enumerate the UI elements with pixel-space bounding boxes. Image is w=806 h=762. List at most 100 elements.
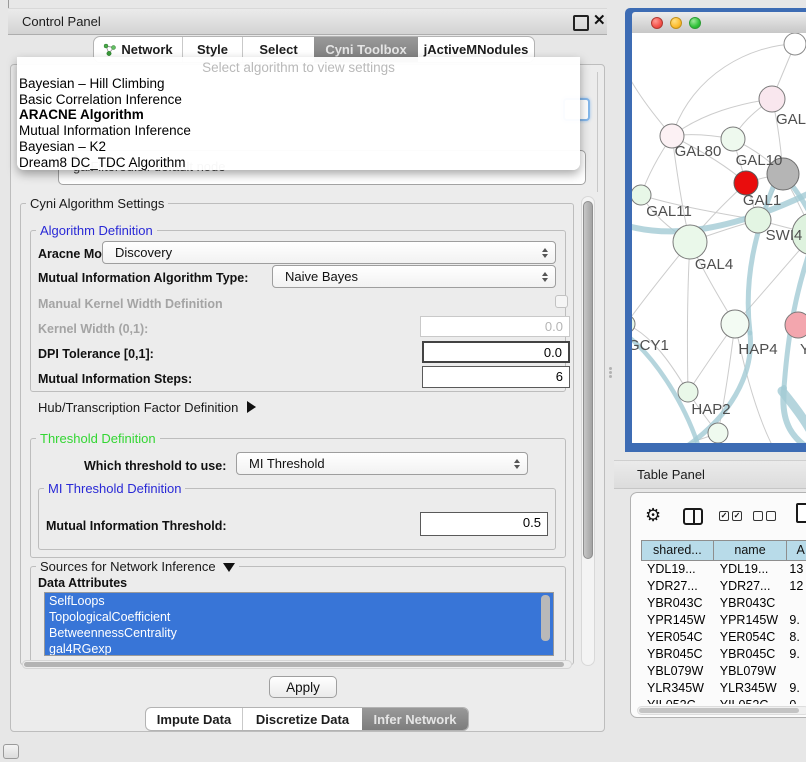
table-cell[interactable]: YBR045C xyxy=(714,646,788,663)
table-horizontal-scrollbar[interactable] xyxy=(637,706,806,715)
tab-impute-data[interactable]: Impute Data xyxy=(146,708,242,730)
mi-algorithm-type-label: Mutual Information Algorithm Type: xyxy=(38,271,248,285)
table-cell[interactable]: YDL19... xyxy=(714,561,788,578)
table-cell[interactable]: YDR27... xyxy=(641,578,714,595)
collapse-panel-button[interactable] xyxy=(3,744,19,759)
minimize-window-icon[interactable] xyxy=(670,17,682,29)
mi-steps-field[interactable]: 6 xyxy=(422,366,570,388)
table-cell[interactable]: 13 xyxy=(787,561,806,578)
table-cell[interactable]: YBR043C xyxy=(714,595,788,612)
network-node[interactable] xyxy=(708,423,728,443)
column-header-shared-name[interactable]: shared... xyxy=(641,540,714,561)
kernel-width-label: Kernel Width (0,1): xyxy=(38,322,148,336)
dropdown-item-bayesian-k2[interactable]: Bayesian – K2 xyxy=(19,139,106,155)
table-cell[interactable]: YLR345W xyxy=(714,680,788,697)
network-node[interactable] xyxy=(721,310,749,338)
table-cell[interactable]: YBL079W xyxy=(714,663,788,680)
table-row[interactable]: YER054CYER054C8. xyxy=(641,629,806,646)
network-node[interactable] xyxy=(632,185,651,205)
dropdown-item-basic-correlation[interactable]: Basic Correlation Inference xyxy=(19,92,182,108)
data-attributes-list[interactable]: SelfLoops TopologicalCoefficient Between… xyxy=(44,592,554,656)
dropdown-item-dream8[interactable]: Dream8 DC_TDC Algorithm xyxy=(19,155,186,171)
list-item-topologicalcoefficient[interactable]: TopologicalCoefficient xyxy=(45,609,553,625)
table-row[interactable]: YDL19...YDL19...13 xyxy=(641,561,806,578)
table-cell[interactable]: YLR345W xyxy=(641,680,714,697)
sources-title[interactable]: Sources for Network Inference xyxy=(36,559,239,574)
table-row[interactable]: YIL052CYIL052C0. xyxy=(641,697,806,704)
table-cell[interactable] xyxy=(787,595,806,612)
table-row[interactable]: YBL079WYBL079W xyxy=(641,663,806,680)
list-item-betweennesscentrality[interactable]: BetweennessCentrality xyxy=(45,625,553,641)
tab-infer-network[interactable]: Infer Network xyxy=(362,708,468,730)
table-cell[interactable]: YBR043C xyxy=(641,595,714,612)
panel-splitter-handle[interactable] xyxy=(609,366,613,380)
scrollbar-thumb[interactable] xyxy=(24,662,564,667)
table-cell[interactable]: 8. xyxy=(787,629,806,646)
column-header-name[interactable]: name xyxy=(714,540,788,561)
split-columns-icon[interactable] xyxy=(683,508,703,525)
table-row[interactable]: YLR345WYLR345W9. xyxy=(641,680,806,697)
table-row[interactable]: YBR045CYBR045C9. xyxy=(641,646,806,663)
list-item-selfloops[interactable]: SelfLoops xyxy=(45,593,553,609)
zoom-window-icon[interactable] xyxy=(689,17,701,29)
table-cell[interactable]: YPR145W xyxy=(641,612,714,629)
settings-scrollbar[interactable] xyxy=(581,196,595,666)
hub-definition-expander[interactable]: Hub/Transcription Factor Definition xyxy=(38,400,256,415)
scrollbar-thumb[interactable] xyxy=(639,708,799,713)
settings-scrollbar-thumb[interactable] xyxy=(583,201,593,559)
network-node[interactable] xyxy=(759,86,785,112)
table-cell[interactable]: YBL079W xyxy=(641,663,714,680)
table-row[interactable]: YBR043CYBR043C xyxy=(641,595,806,612)
network-canvas[interactable]: GALGAL80GAL10GAL1GAL11SWI4GAL4GCY1HAP4YH… xyxy=(632,33,806,443)
hidden-groupbox-border xyxy=(597,72,598,192)
close-window-icon[interactable] xyxy=(651,17,663,29)
network-node[interactable] xyxy=(785,312,806,338)
tab-discretize-data[interactable]: Discretize Data xyxy=(242,708,362,730)
table-cell[interactable]: 9. xyxy=(787,646,806,663)
export-table-icon[interactable] xyxy=(796,503,806,523)
list-item-gal4rgexp[interactable]: gal4RGexp xyxy=(45,641,553,656)
network-node[interactable] xyxy=(784,33,806,55)
dpi-tolerance-field[interactable]: 0.0 xyxy=(422,341,570,363)
kernel-width-field[interactable]: 0.0 xyxy=(420,316,570,337)
which-threshold-combo[interactable]: MI Threshold xyxy=(236,452,528,475)
gear-icon[interactable]: ⚙ xyxy=(645,505,661,526)
select-all-icon[interactable]: ✓✓ xyxy=(719,511,742,521)
table-cell[interactable]: YDR27... xyxy=(714,578,788,595)
table-row[interactable]: YPR145WYPR145W9. xyxy=(641,612,806,629)
table-cell[interactable]: YPR145W xyxy=(714,612,788,629)
table-cell[interactable]: 9. xyxy=(787,612,806,629)
table-cell[interactable]: 9. xyxy=(787,680,806,697)
list-scrollbar[interactable] xyxy=(541,595,550,641)
horizontal-scrollbar[interactable] xyxy=(22,660,572,669)
kernel-width-value: 0.0 xyxy=(545,319,563,334)
apply-button[interactable]: Apply xyxy=(269,676,337,698)
column-header-clipped[interactable]: A xyxy=(787,540,806,561)
table-cell[interactable]: YER054C xyxy=(641,629,714,646)
table-cell[interactable]: 12 xyxy=(787,578,806,595)
network-node[interactable] xyxy=(632,315,635,333)
network-node[interactable] xyxy=(678,382,698,402)
algorithm-dropdown-list: Select algorithm to view settings Bayesi… xyxy=(17,57,580,170)
table-cell[interactable]: YIL052C xyxy=(641,697,714,704)
close-panel-icon[interactable]: ✕ xyxy=(593,11,606,29)
network-node[interactable] xyxy=(721,127,745,151)
aracne-mode-combo[interactable]: Discovery xyxy=(102,241,556,264)
network-node[interactable] xyxy=(673,225,707,259)
table-cell[interactable]: YER054C xyxy=(714,629,788,646)
table-cell[interactable]: 0. xyxy=(787,697,806,704)
float-panel-icon[interactable] xyxy=(573,15,589,31)
table-row[interactable]: YDR27...YDR27...12 xyxy=(641,578,806,595)
table-cell[interactable]: YIL052C xyxy=(714,697,788,704)
dropdown-item-bayesian-hill-climbing[interactable]: Bayesian – Hill Climbing xyxy=(19,76,165,92)
manual-kernel-width-checkbox[interactable] xyxy=(555,295,568,308)
mi-threshold-field[interactable]: 0.5 xyxy=(420,512,548,536)
dropdown-item-aracne[interactable]: ARACNE Algorithm xyxy=(19,107,144,123)
table-cell[interactable]: YDL19... xyxy=(641,561,714,578)
deselect-all-icon[interactable] xyxy=(753,511,776,521)
table-cell[interactable]: YBR045C xyxy=(641,646,714,663)
mi-algorithm-type-combo[interactable]: Naive Bayes xyxy=(272,265,556,288)
table-cell[interactable] xyxy=(787,663,806,680)
dropdown-item-mutual-information[interactable]: Mutual Information Inference xyxy=(19,123,191,139)
mi-steps-label: Mutual Information Steps: xyxy=(38,372,192,386)
